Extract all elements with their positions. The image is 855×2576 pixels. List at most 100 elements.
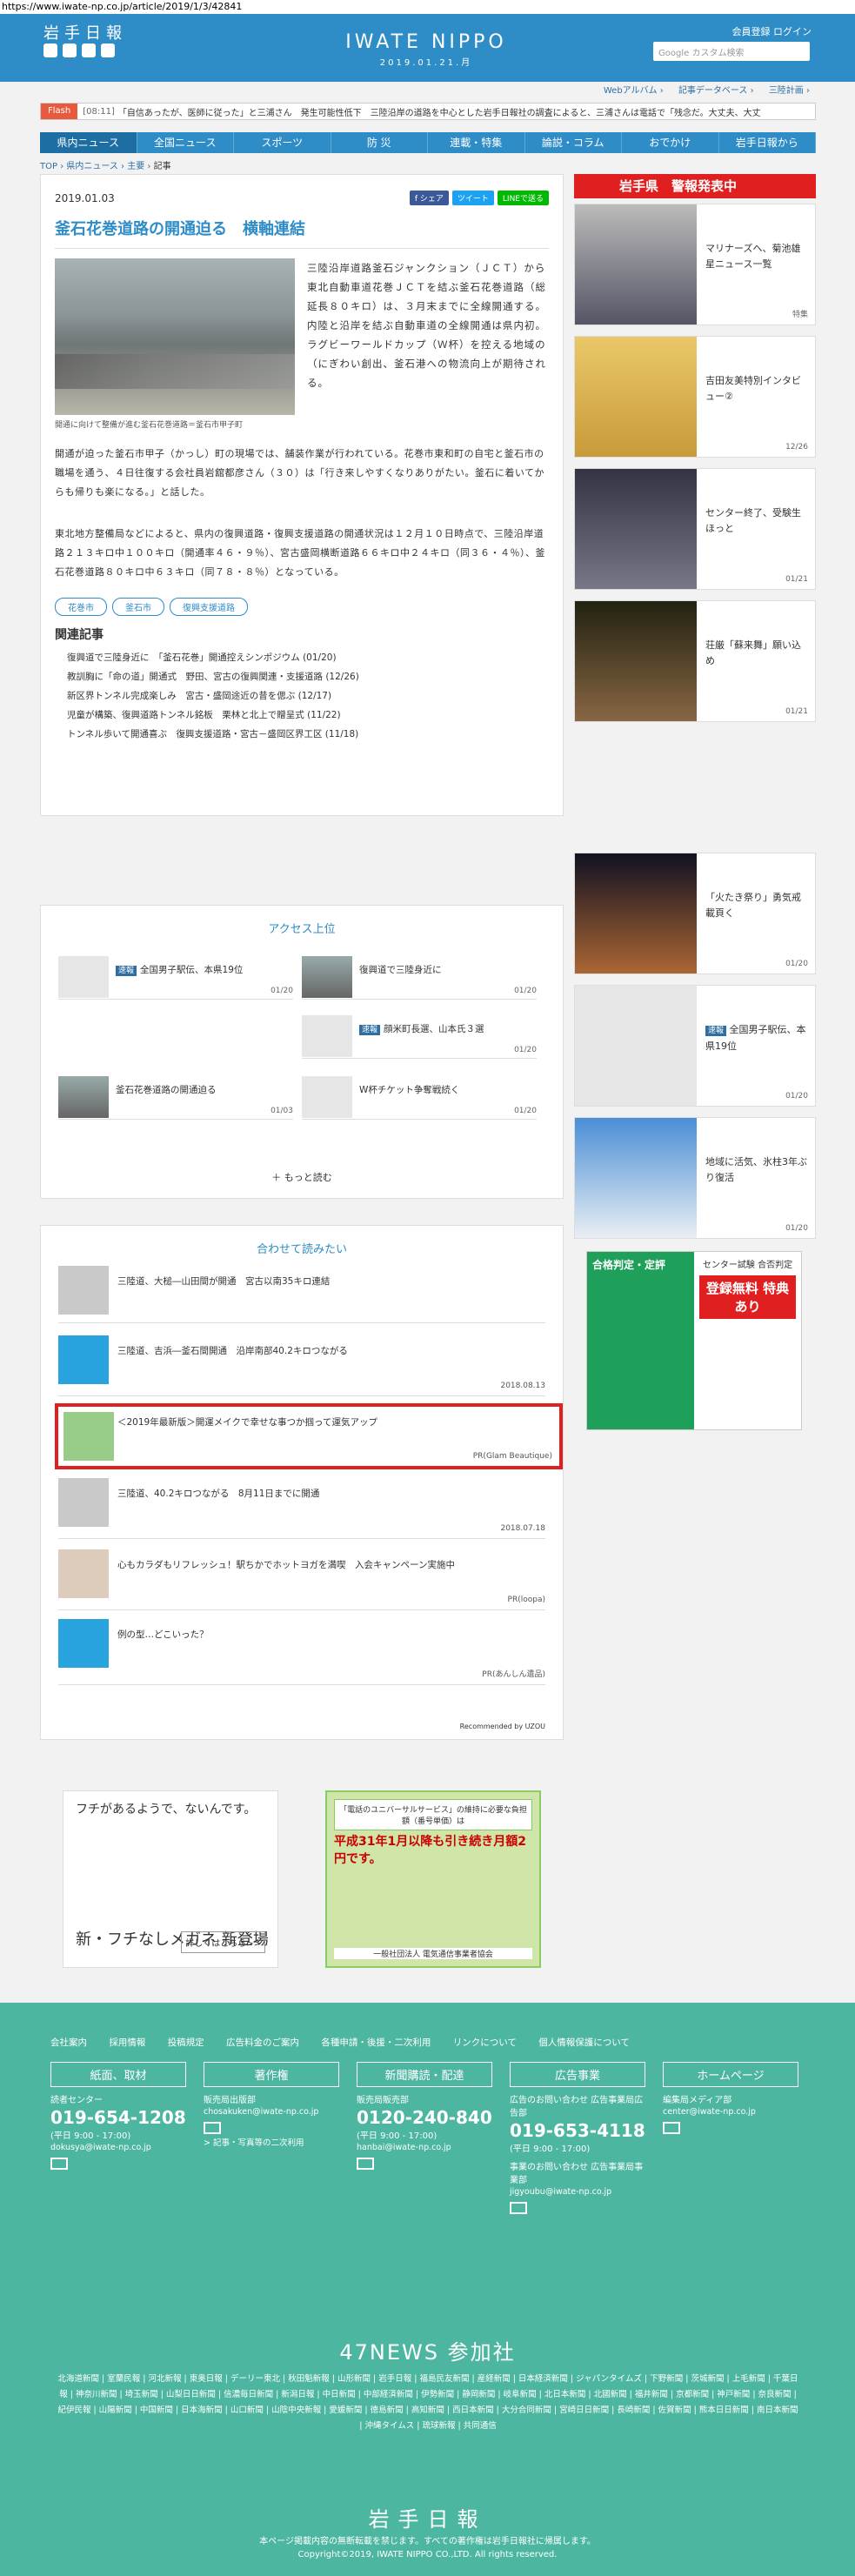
recommend-text: 三陸道、吉浜―釜石間開通 沿岸南部40.2キロつながる bbox=[117, 1346, 348, 1356]
recommend-meta: PR(あんしん遺品) bbox=[482, 1670, 545, 1679]
related-item[interactable]: 児童が構築、復興道路トンネル銘板 栗林と北上で贈呈式 (11/22) bbox=[67, 706, 359, 725]
mail-icon[interactable] bbox=[510, 2202, 527, 2214]
line-share-button[interactable]: LINEで送る bbox=[497, 191, 549, 205]
nav-sports[interactable]: スポーツ bbox=[234, 132, 331, 153]
mail-icon[interactable] bbox=[50, 2158, 68, 2170]
contact-email[interactable]: dokusya@iwate-np.co.jp bbox=[50, 2143, 186, 2152]
recommend-credit[interactable]: Recommended by UZOU bbox=[460, 1723, 545, 1730]
phone-ad-top: 「電話のユニバーサルサービス」の維持に必要な負担額（番号単価）は bbox=[334, 1799, 532, 1830]
side-image bbox=[575, 853, 697, 974]
exam-ad-cta[interactable]: 登録無料 特典あり bbox=[699, 1275, 796, 1319]
mail-icon[interactable] bbox=[663, 2122, 680, 2134]
exam-ad[interactable]: 合格判定・定評 センター試験 合否判定 登録無料 特典あり bbox=[586, 1251, 802, 1430]
breadcrumb-prefecture[interactable]: 県内ニュース bbox=[66, 162, 118, 171]
photo-caption: 開通に向けて整備が進む釜石花巻道路＝釜石市甲子町 bbox=[55, 421, 244, 430]
facebook-share-button[interactable]: f シェア bbox=[409, 191, 449, 205]
recommend-item[interactable]: 例の型…どこいった？ PR(あんしん遺品) bbox=[58, 1619, 545, 1685]
contact-phone[interactable]: 019-653-4118 bbox=[510, 2120, 645, 2141]
footer-link[interactable]: 投稿規定 bbox=[168, 2037, 204, 2048]
contact-email[interactable]: chosakuken@iwate-np.co.jp bbox=[204, 2107, 339, 2117]
footer-link[interactable]: 採用情報 bbox=[109, 2037, 145, 2048]
side-item[interactable]: 吉田友美特別インタビュー② 12/26 bbox=[574, 336, 816, 458]
facebook-icon[interactable] bbox=[63, 43, 77, 57]
related-item[interactable]: 教訓胸に「命の道」開通式 野田、宮古の復興関連・支援道路 (12/26) bbox=[67, 667, 359, 686]
recommend-thumb bbox=[58, 1335, 109, 1384]
glasses-ad[interactable]: フチがあるようで、ないんです。 新・フチなしメガネ 新登場 詳しくはこちら>> bbox=[63, 1790, 278, 1968]
center-logo[interactable]: IWATE NIPPO 2019.01.21.月 bbox=[344, 31, 509, 68]
subnav-album[interactable]: Webアルバム › bbox=[604, 86, 664, 96]
ranking-item[interactable]: 復興道で三陸身近に 01/20 bbox=[302, 951, 537, 1000]
related-item[interactable]: 新区界トンネル完成楽しみ 宮古・盛岡途近の昔を偲ぶ (12/17) bbox=[67, 686, 359, 706]
related-heading: 関連記事 bbox=[55, 628, 104, 642]
nav-disaster[interactable]: 防 災 bbox=[331, 132, 428, 153]
nav-prefecture[interactable]: 県内ニュース bbox=[40, 132, 137, 153]
glasses-ad-more[interactable]: 詳しくはこちら>> bbox=[181, 1931, 265, 1953]
recommend-text: 心もカラダもリフレッシュ！駅ちかでホットヨガを満喫 入会キャンペーン実施中 bbox=[117, 1560, 455, 1570]
side-item[interactable]: 地域に活気、氷柱3年ぶり復活 01/20 bbox=[574, 1117, 816, 1239]
nav-series[interactable]: 連載・特集 bbox=[428, 132, 525, 153]
footer-link[interactable]: 個人情報保護について bbox=[538, 2037, 630, 2048]
tweet-button[interactable]: ツイート bbox=[451, 191, 494, 205]
recommend-item-highlighted[interactable]: ＜2019年最新版＞開運メイクで幸せな事つか掴って運気アップ PR(Glam B… bbox=[55, 1403, 563, 1469]
article-photo[interactable] bbox=[55, 258, 295, 415]
contact-extra-link[interactable]: > 記事・写真等の二次利用 bbox=[204, 2136, 339, 2148]
flash-tag: Flash bbox=[41, 104, 78, 119]
breadcrumb-main[interactable]: 主要 bbox=[127, 162, 144, 171]
side-item[interactable]: 「火たき祭り」勇気戒載頁く 01/20 bbox=[574, 853, 816, 974]
nav-from-nippo[interactable]: 岩手日報から bbox=[719, 132, 816, 153]
address-bar[interactable]: https://www.iwate-np.co.jp/article/2019/… bbox=[0, 0, 855, 14]
youtube-icon[interactable] bbox=[82, 43, 96, 57]
footer-link[interactable]: 各種申請・後援・二次利用 bbox=[321, 2037, 431, 2048]
side-item[interactable]: 荘厳「蘇来舞」願い込め 01/21 bbox=[574, 600, 816, 722]
recommend-item[interactable]: 三陸道、吉浜―釜石間開通 沿岸南部40.2キロつながる 2018.08.13 bbox=[58, 1335, 545, 1396]
footer-logo[interactable]: 岩手日報 bbox=[0, 2502, 855, 2533]
ranking-item[interactable]: 釜石花巻道路の開通迫る 01/03 bbox=[58, 1071, 293, 1120]
contact-phone[interactable]: 0120-240-840 bbox=[357, 2107, 492, 2128]
recommend-thumb bbox=[58, 1549, 109, 1598]
flash-ticker[interactable]: Flash [08:11] 「自信あったが、医師に従った」と三浦さん 発生可能性… bbox=[40, 103, 816, 120]
site-logo[interactable]: 岩手日報 bbox=[43, 21, 127, 43]
breadcrumb-top[interactable]: TOP bbox=[40, 162, 57, 171]
nav-outing[interactable]: おでかけ bbox=[622, 132, 719, 153]
footer-link[interactable]: リンクについて bbox=[453, 2037, 517, 2048]
ranking-item[interactable]: 速報 全国男子駅伝、本県19位 01/20 bbox=[58, 951, 293, 1000]
account-links[interactable]: 会員登録 ログイン bbox=[732, 24, 812, 38]
side-item[interactable]: 速報 全国男子駅伝、本県19位 01/20 bbox=[574, 985, 816, 1107]
recommend-item[interactable]: 三陸道、40.2キロつながる 8月11日までに開通 2018.07.18 bbox=[58, 1478, 545, 1539]
contact-email[interactable]: hanbai@iwate-np.co.jp bbox=[357, 2143, 492, 2152]
ranking-item[interactable]: W杯チケット争奪戦続く 01/20 bbox=[302, 1071, 537, 1120]
ranking-item[interactable]: 速報 顔米町長選、山本氏３選 01/20 bbox=[302, 1010, 537, 1059]
contact-heading: 広告事業 bbox=[510, 2062, 645, 2087]
nav-column[interactable]: 論説・コラム bbox=[525, 132, 622, 153]
recommend-item[interactable]: 三陸道、大槌―山田間が開通 宮古以南35キロ連結 bbox=[58, 1266, 545, 1323]
contact-email[interactable]: center@iwate-np.co.jp bbox=[663, 2107, 798, 2117]
side-item[interactable]: マリナーズへ、菊池雄星ニュース一覧 特集 bbox=[574, 204, 816, 325]
instagram-icon[interactable] bbox=[101, 43, 115, 57]
weather-warning[interactable]: 岩手県 警報発表中 bbox=[574, 174, 816, 198]
more-link[interactable]: ＋ もっと読む bbox=[41, 1170, 563, 1184]
tag-hanamaki[interactable]: 花巻市 bbox=[55, 598, 107, 616]
related-item[interactable]: 復興道で三陸身近に 「釜石花巻」開通控えシンポジウム (01/20) bbox=[67, 648, 359, 667]
side-item[interactable]: センター終了、受験生ほっと 01/21 bbox=[574, 468, 816, 590]
related-item[interactable]: トンネル歩いて開通喜ぶ 復興支援道路・宮古－盛岡区界工区 (11/18) bbox=[67, 725, 359, 744]
search-input[interactable]: Google カスタム検索 bbox=[653, 42, 810, 61]
subnav-database[interactable]: 記事データベース › bbox=[678, 86, 754, 96]
contact-phone[interactable]: 019-654-1208 bbox=[50, 2107, 186, 2128]
flash-text[interactable]: 「自信あったが、医師に従った」と三浦さん 発生可能性低下 三陸沿岸の道路を中心と… bbox=[118, 105, 761, 118]
subnav-sanriku[interactable]: 三陸計画 › bbox=[769, 86, 810, 96]
tag-kamaishi[interactable]: 釜石市 bbox=[112, 598, 164, 616]
footer-link[interactable]: 広告料金のご案内 bbox=[226, 2037, 299, 2048]
footer-link[interactable]: 会社案内 bbox=[50, 2037, 87, 2048]
member-papers[interactable]: 北海道新聞 | 室蘭民報 | 河北新報 | 東奥日報 | デーリー東北 | 秋田… bbox=[56, 2372, 800, 2434]
side-column: 岩手県 警報発表中 マリナーズへ、菊池雄星ニュース一覧 特集 吉田友美特別インタ… bbox=[574, 174, 816, 1430]
phone-fee-ad[interactable]: 「電話のユニバーサルサービス」の維持に必要な負担額（番号単価）は 平成31年1月… bbox=[325, 1790, 541, 1968]
recommend-item[interactable]: 心もカラダもリフレッシュ！駅ちかでホットヨガを満喫 入会キャンペーン実施中 PR… bbox=[58, 1549, 545, 1610]
side-image bbox=[575, 337, 697, 457]
side-image bbox=[575, 986, 697, 1106]
mail-icon[interactable] bbox=[204, 2122, 221, 2134]
contact-email[interactable]: jigyoubu@iwate-np.co.jp bbox=[510, 2187, 645, 2197]
tag-support-road[interactable]: 復興支援道路 bbox=[170, 598, 248, 616]
mail-icon[interactable] bbox=[357, 2158, 374, 2170]
nav-national[interactable]: 全国ニュース bbox=[137, 132, 234, 153]
twitter-icon[interactable] bbox=[43, 43, 57, 57]
